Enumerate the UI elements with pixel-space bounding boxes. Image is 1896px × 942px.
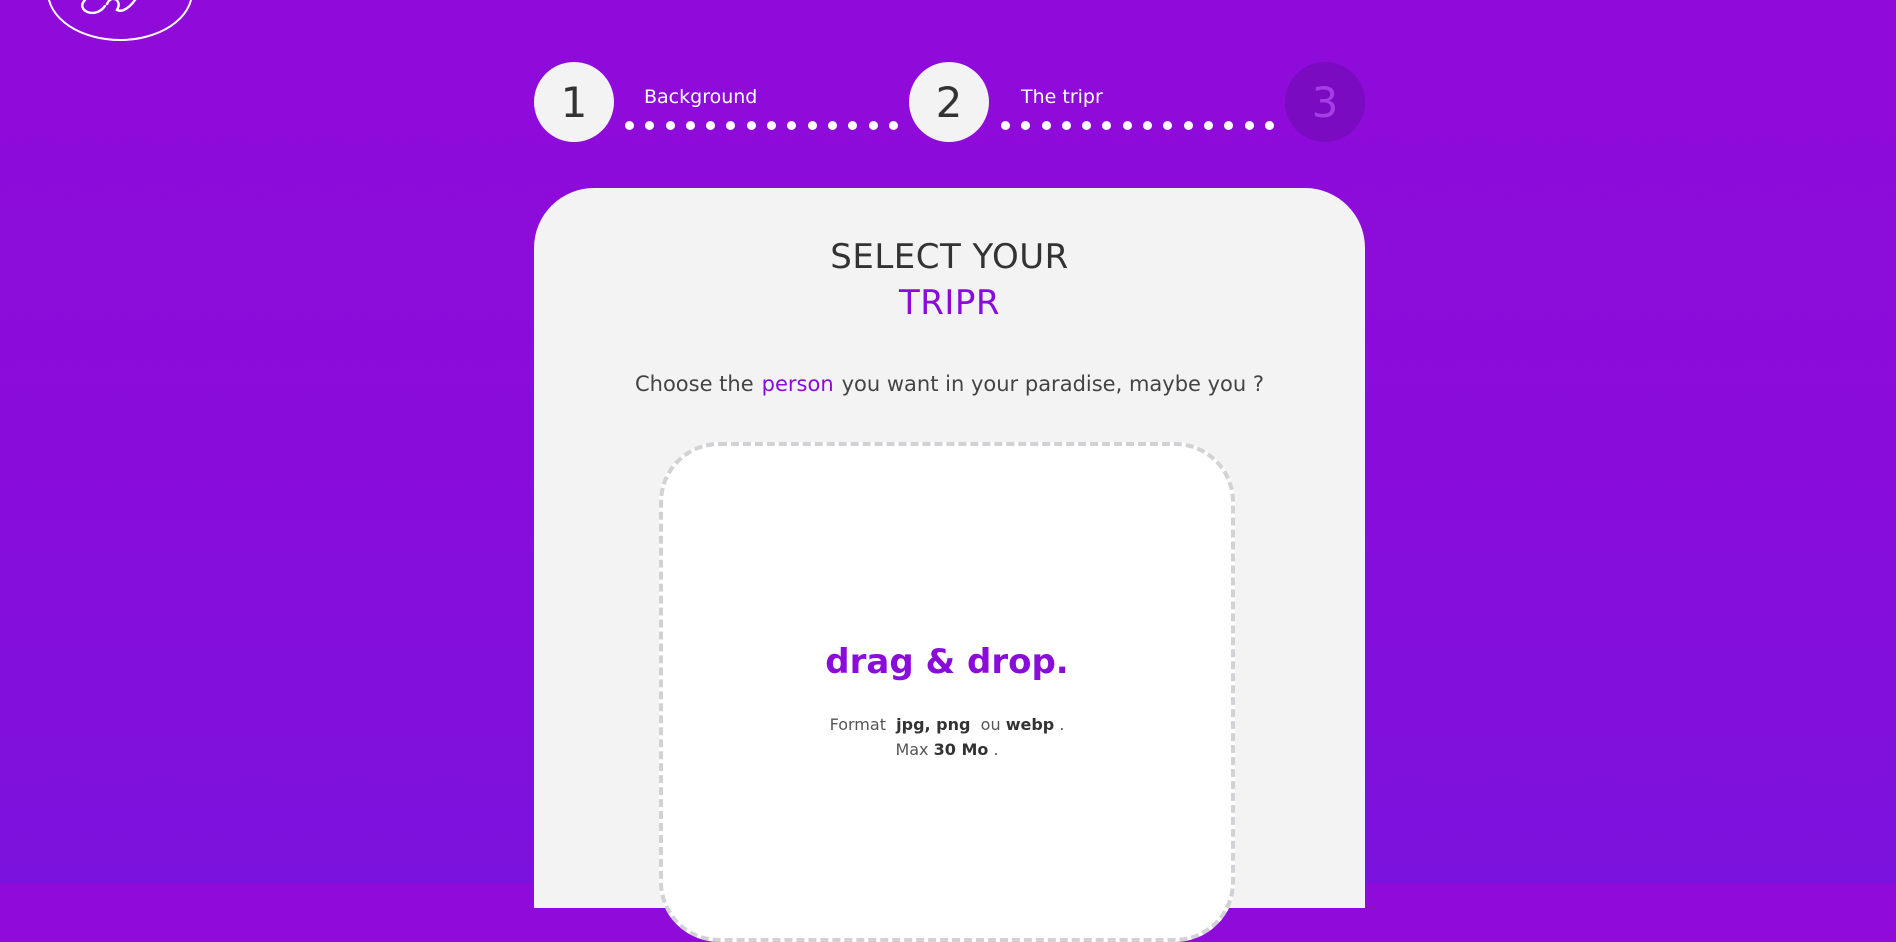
page-title: SELECT YOUR TRIPR — [534, 234, 1365, 326]
dropzone-info: Format jpg, png ou webp . Max 30 Mo . — [663, 712, 1231, 762]
instruction-after: you want in your paradise, maybe you ? — [841, 372, 1265, 396]
connector-dot — [685, 121, 695, 130]
step-3-circle: 3 — [1285, 62, 1365, 142]
format-last: webp — [1005, 715, 1055, 734]
connector-dot — [1244, 121, 1254, 130]
connector-dot — [706, 121, 716, 130]
connector-dot — [1041, 121, 1051, 130]
step-2-connector — [1001, 121, 1274, 130]
connector-dot — [1264, 121, 1274, 130]
dropzone-title: drag & drop. — [825, 642, 1069, 682]
connector-dot — [827, 121, 837, 130]
title-line-1: SELECT YOUR — [830, 237, 1069, 277]
connector-dot — [1203, 121, 1213, 130]
connector-dot — [645, 121, 655, 130]
connector-dot — [1143, 121, 1153, 130]
logo-ring-icon — [47, 0, 193, 41]
connector-dot — [1082, 121, 1092, 130]
connector-dot — [1224, 121, 1234, 130]
connector-dot — [746, 121, 756, 130]
connector-dot — [1061, 121, 1071, 130]
progress-stepper: 1 Background 2 The tripr 3 — [534, 62, 1365, 144]
connector-dot — [767, 121, 777, 130]
image-dropzone[interactable]: drag & drop. Format jpg, png ou webp . M… — [659, 442, 1235, 942]
max-value: 30 Mo — [933, 740, 989, 759]
step-2-circle[interactable]: 2 — [909, 62, 989, 142]
connector-dot — [1163, 121, 1173, 130]
logo[interactable] — [45, 0, 195, 54]
format-or: ou — [980, 715, 1001, 734]
connector-dot — [1001, 121, 1010, 130]
connector-dot — [787, 121, 797, 130]
step-2-label: The tripr — [1021, 86, 1103, 108]
max-size-line: Max 30 Mo . — [663, 737, 1231, 762]
connector-dot — [807, 121, 817, 130]
connector-dot — [625, 121, 634, 130]
instruction-accent: person — [761, 372, 834, 396]
connector-dot — [848, 121, 858, 130]
connector-dot — [888, 121, 898, 130]
connector-dot — [726, 121, 736, 130]
step-1-circle[interactable]: 1 — [534, 62, 614, 142]
step-2-number: 2 — [935, 77, 963, 127]
connector-dot — [1122, 121, 1132, 130]
format-suffix: . — [1059, 715, 1065, 734]
connector-dot — [1102, 121, 1112, 130]
instruction-before: Choose the — [634, 372, 754, 396]
connector-dot — [1021, 121, 1031, 130]
title-line-2: TRIPR — [898, 283, 1001, 323]
selection-card: SELECT YOUR TRIPR Choose the person you wa… — [534, 188, 1365, 942]
format-types: jpg, png — [896, 715, 971, 734]
step-3-number: 3 — [1311, 77, 1339, 127]
format-prefix: Format — [829, 715, 886, 734]
connector-dot — [665, 121, 675, 130]
max-prefix: Max — [895, 740, 929, 759]
script-logo-icon — [81, 0, 137, 15]
format-line: Format jpg, png ou webp . — [663, 712, 1231, 737]
connector-dot — [1183, 121, 1193, 130]
instruction-text: Choose the person you want in your paradis… — [534, 372, 1365, 396]
step-1-number: 1 — [560, 77, 588, 127]
step-1-label: Background — [644, 86, 758, 108]
connector-dot — [868, 121, 878, 130]
step-1-connector — [625, 121, 898, 130]
max-suffix: . — [993, 740, 999, 759]
